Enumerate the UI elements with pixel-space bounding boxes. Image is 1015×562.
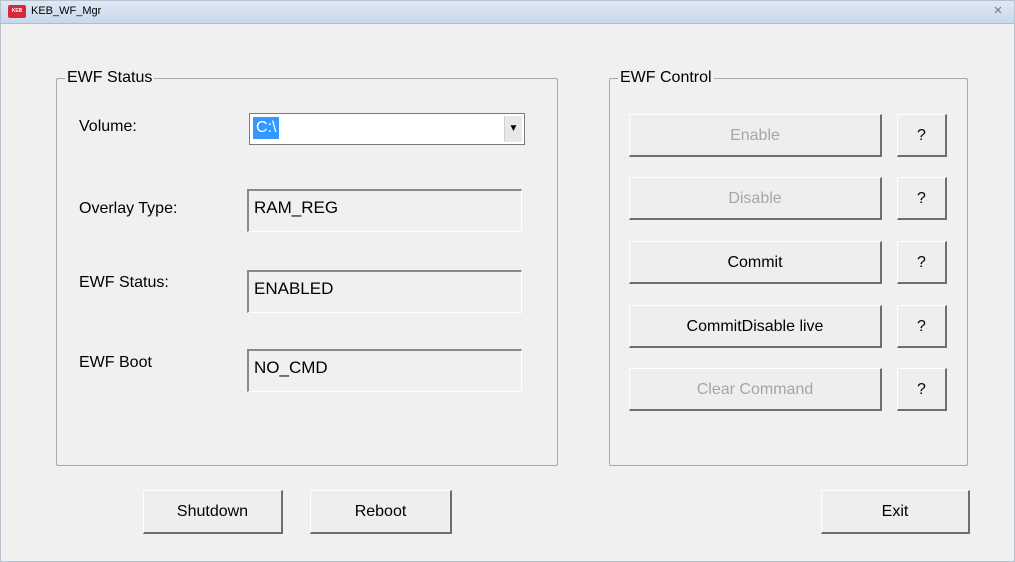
clear-command-button[interactable]: Clear Command (629, 368, 882, 411)
commit-disable-live-button[interactable]: CommitDisable live (629, 305, 882, 348)
overlay-type-label: Overlay Type: (79, 200, 178, 217)
shutdown-button[interactable]: Shutdown (143, 490, 283, 534)
commit-button[interactable]: Commit (629, 241, 882, 284)
app-window: KEB KEB_WF_Mgr ✕ EWF Status Volume: C:\ … (0, 0, 1015, 562)
disable-help-button[interactable]: ? (897, 177, 947, 220)
app-icon: KEB (8, 5, 26, 18)
exit-button[interactable]: Exit (821, 490, 970, 534)
volume-selected-value: C:\ (253, 117, 280, 139)
title-bar: KEB KEB_WF_Mgr ✕ (1, 1, 1014, 24)
ewf-status-label: EWF Status: (79, 274, 169, 291)
enable-button[interactable]: Enable (629, 114, 882, 157)
commit-disable-live-help-button[interactable]: ? (897, 305, 947, 348)
ewf-boot-label: EWF Boot (79, 354, 152, 371)
chevron-down-icon[interactable]: ▼ (504, 116, 522, 142)
window-title: KEB_WF_Mgr (31, 5, 102, 17)
overlay-type-field: RAM_REG (247, 189, 522, 232)
clear-command-help-button[interactable]: ? (897, 368, 947, 411)
enable-help-button[interactable]: ? (897, 114, 947, 157)
volume-label: Volume: (79, 118, 137, 135)
reboot-button[interactable]: Reboot (310, 490, 452, 534)
ewf-control-group-title: EWF Control (618, 69, 714, 87)
close-icon[interactable]: ✕ (990, 4, 1006, 19)
disable-button[interactable]: Disable (629, 177, 882, 220)
ewf-status-group-title: EWF Status (65, 69, 155, 87)
commit-help-button[interactable]: ? (897, 241, 947, 284)
ewf-status-field: ENABLED (247, 270, 522, 313)
volume-dropdown[interactable]: C:\ ▼ (249, 113, 525, 145)
ewf-boot-field: NO_CMD (247, 349, 522, 392)
